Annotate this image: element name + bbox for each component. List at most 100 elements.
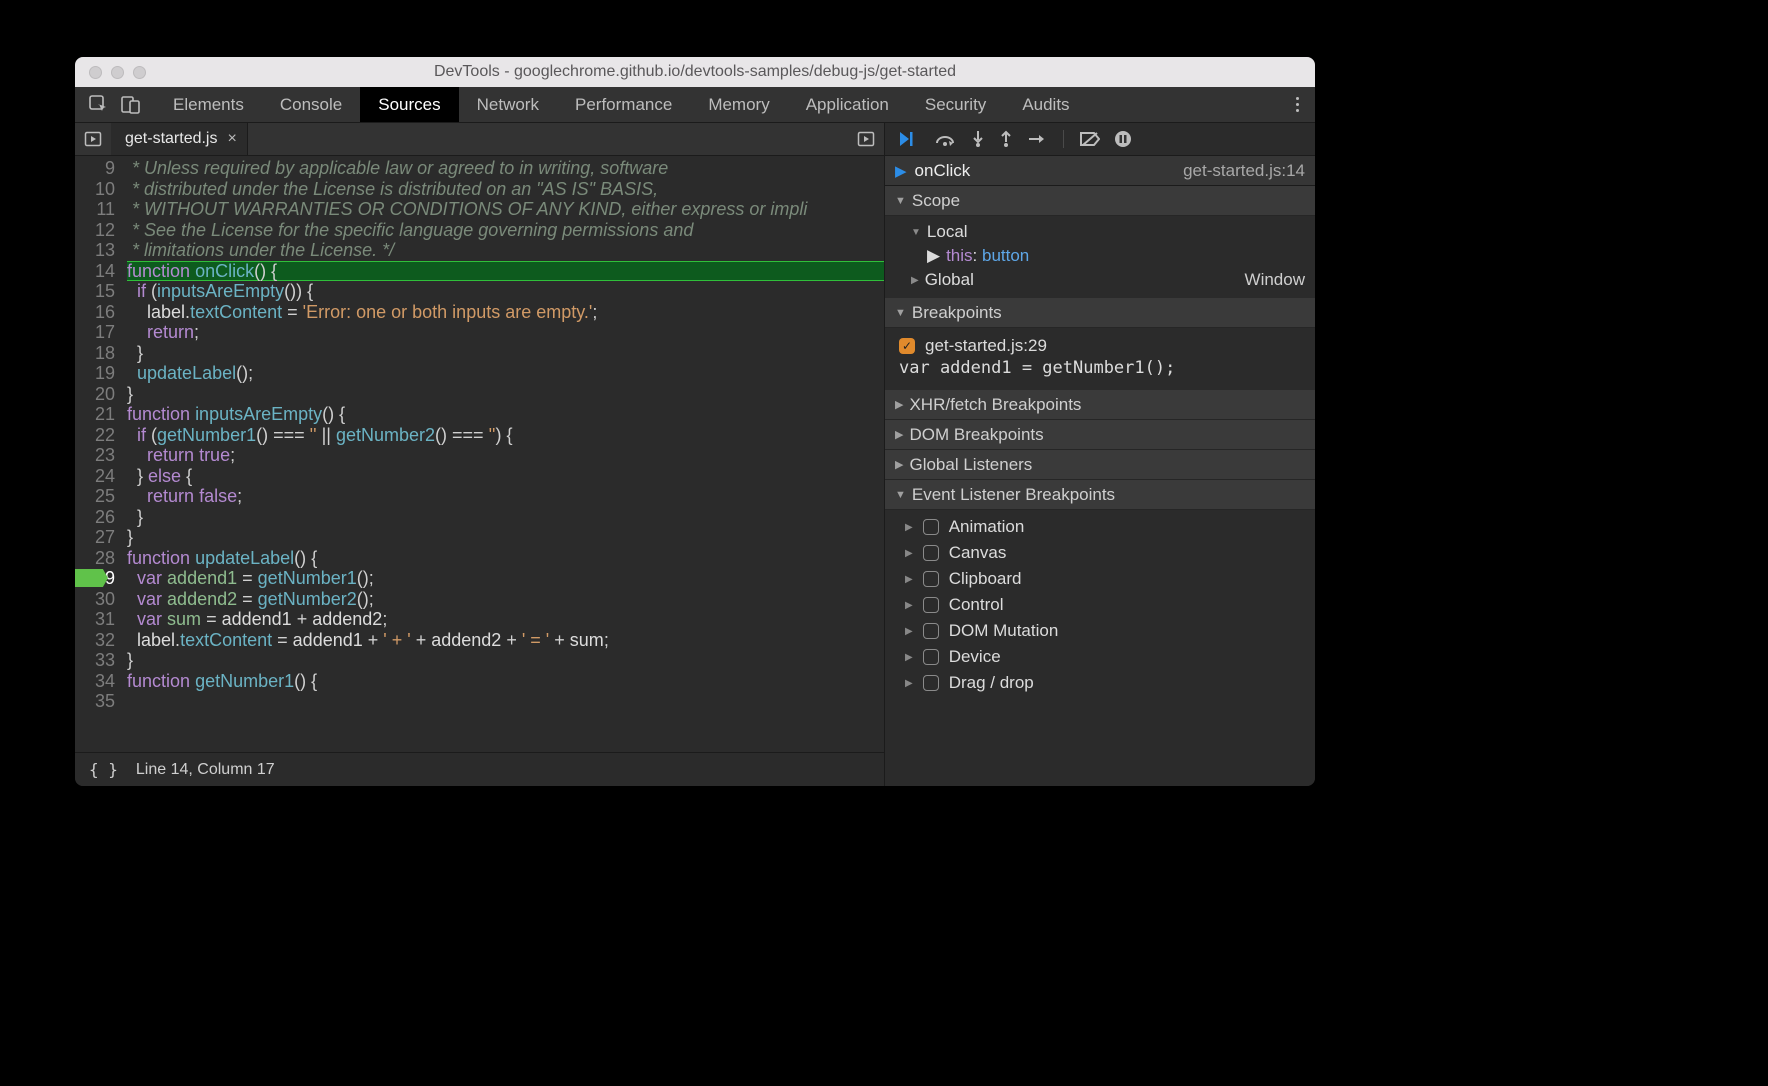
inspect-element-icon[interactable]: [89, 95, 109, 115]
line-number[interactable]: 32: [75, 630, 115, 651]
code-editor[interactable]: 9101112131415161718192021222324252627282…: [75, 156, 884, 752]
line-number[interactable]: 14: [75, 261, 115, 282]
line-number[interactable]: 17: [75, 322, 115, 343]
event-listener-breakpoints-header[interactable]: ▼ Event Listener Breakpoints: [885, 480, 1315, 510]
elb-category[interactable]: ▶Device: [885, 644, 1315, 670]
code-line[interactable]: label.textContent = addend1 + ' + ' + ad…: [127, 630, 884, 651]
line-number[interactable]: 27: [75, 527, 115, 548]
line-number[interactable]: 28: [75, 548, 115, 569]
dom-breakpoints-header[interactable]: ▶ DOM Breakpoints: [885, 420, 1315, 450]
line-number[interactable]: 15: [75, 281, 115, 302]
elb-checkbox[interactable]: [923, 649, 939, 665]
elb-checkbox[interactable]: [923, 675, 939, 691]
line-number[interactable]: 18: [75, 343, 115, 364]
line-number[interactable]: 23: [75, 445, 115, 466]
tab-console[interactable]: Console: [262, 87, 360, 122]
scope-section-header[interactable]: ▼ Scope: [885, 186, 1315, 216]
line-number[interactable]: 29: [75, 568, 115, 589]
code-line[interactable]: var addend1 = getNumber1();: [127, 568, 884, 589]
line-number[interactable]: 33: [75, 650, 115, 671]
line-number[interactable]: 34: [75, 671, 115, 692]
tab-performance[interactable]: Performance: [557, 87, 690, 122]
code-line[interactable]: * distributed under the License is distr…: [127, 179, 884, 200]
elb-category[interactable]: ▶Animation: [885, 514, 1315, 540]
code-content[interactable]: * Unless required by applicable law or a…: [121, 156, 884, 752]
code-line[interactable]: * limitations under the License. */: [127, 240, 884, 261]
line-number[interactable]: 13: [75, 240, 115, 261]
close-tab-icon[interactable]: ×: [227, 131, 236, 147]
code-line[interactable]: function onClick() {: [127, 261, 884, 282]
code-line[interactable]: } else {: [127, 466, 884, 487]
step-button[interactable]: [1027, 132, 1047, 146]
breakpoints-section-header[interactable]: ▼ Breakpoints: [885, 298, 1315, 328]
line-number-gutter[interactable]: 9101112131415161718192021222324252627282…: [75, 156, 121, 752]
code-line[interactable]: [127, 691, 884, 712]
line-number[interactable]: 16: [75, 302, 115, 323]
line-number[interactable]: 20: [75, 384, 115, 405]
show-debugger-icon[interactable]: [848, 123, 884, 155]
code-line[interactable]: return true;: [127, 445, 884, 466]
code-line[interactable]: return;: [127, 322, 884, 343]
elb-checkbox[interactable]: [923, 519, 939, 535]
code-line[interactable]: }: [127, 384, 884, 405]
pause-on-exceptions-button[interactable]: [1114, 130, 1132, 148]
code-line[interactable]: label.textContent = 'Error: one or both …: [127, 302, 884, 323]
code-line[interactable]: }: [127, 507, 884, 528]
tab-network[interactable]: Network: [459, 87, 557, 122]
code-line[interactable]: function inputsAreEmpty() {: [127, 404, 884, 425]
elb-checkbox[interactable]: [923, 597, 939, 613]
traffic-minimize-icon[interactable]: [111, 66, 124, 79]
elb-category[interactable]: ▶Drag / drop: [885, 670, 1315, 696]
line-number[interactable]: 31: [75, 609, 115, 630]
line-number[interactable]: 25: [75, 486, 115, 507]
resume-button[interactable]: [899, 131, 921, 147]
traffic-zoom-icon[interactable]: [133, 66, 146, 79]
code-line[interactable]: }: [127, 650, 884, 671]
code-line[interactable]: var sum = addend1 + addend2;: [127, 609, 884, 630]
code-line[interactable]: * See the License for the specific langu…: [127, 220, 884, 241]
code-line[interactable]: updateLabel();: [127, 363, 884, 384]
elb-checkbox[interactable]: [923, 571, 939, 587]
line-number[interactable]: 35: [75, 691, 115, 712]
code-line[interactable]: * Unless required by applicable law or a…: [127, 158, 884, 179]
more-menu-button[interactable]: [1279, 87, 1315, 122]
deactivate-breakpoints-button[interactable]: [1080, 131, 1100, 147]
show-navigator-icon[interactable]: [75, 123, 111, 155]
device-toolbar-icon[interactable]: [121, 95, 141, 115]
code-line[interactable]: if (inputsAreEmpty()) {: [127, 281, 884, 302]
line-number[interactable]: 30: [75, 589, 115, 610]
traffic-close-icon[interactable]: [89, 66, 102, 79]
elb-category[interactable]: ▶Control: [885, 592, 1315, 618]
code-line[interactable]: function getNumber1() {: [127, 671, 884, 692]
scope-global[interactable]: ▶ Global Window: [885, 268, 1315, 292]
elb-category[interactable]: ▶Canvas: [885, 540, 1315, 566]
tab-application[interactable]: Application: [788, 87, 907, 122]
tab-audits[interactable]: Audits: [1004, 87, 1087, 122]
global-listeners-header[interactable]: ▶ Global Listeners: [885, 450, 1315, 480]
step-into-button[interactable]: [971, 130, 985, 148]
code-line[interactable]: return false;: [127, 486, 884, 507]
tab-elements[interactable]: Elements: [155, 87, 262, 122]
tab-security[interactable]: Security: [907, 87, 1004, 122]
tab-sources[interactable]: Sources: [360, 87, 458, 122]
scope-local[interactable]: ▼ Local: [885, 220, 1315, 244]
line-number[interactable]: 26: [75, 507, 115, 528]
line-number[interactable]: 24: [75, 466, 115, 487]
code-line[interactable]: }: [127, 527, 884, 548]
line-number[interactable]: 12: [75, 220, 115, 241]
code-line[interactable]: var addend2 = getNumber2();: [127, 589, 884, 610]
line-number[interactable]: 22: [75, 425, 115, 446]
line-number[interactable]: 19: [75, 363, 115, 384]
line-number[interactable]: 10: [75, 179, 115, 200]
breakpoint-item[interactable]: ✓ get-started.js:29: [885, 332, 1315, 356]
line-number[interactable]: 11: [75, 199, 115, 220]
elb-checkbox[interactable]: [923, 545, 939, 561]
call-stack-item[interactable]: ▶ onClick get-started.js:14: [885, 156, 1315, 186]
step-over-button[interactable]: [935, 131, 957, 147]
editor-file-tab[interactable]: get-started.js ×: [111, 123, 248, 155]
format-code-icon[interactable]: { }: [89, 760, 118, 779]
elb-checkbox[interactable]: [923, 623, 939, 639]
code-line[interactable]: function updateLabel() {: [127, 548, 884, 569]
step-out-button[interactable]: [999, 130, 1013, 148]
breakpoint-checkbox[interactable]: ✓: [899, 338, 915, 354]
